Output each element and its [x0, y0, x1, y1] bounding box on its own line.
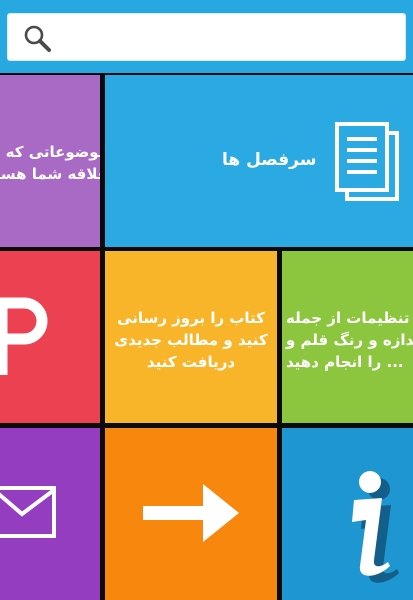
- contact-tile[interactable]: [0, 428, 100, 600]
- topics-label: موضوعاتی که علاقه شما هستند: [0, 141, 100, 185]
- chapters-tile[interactable]: سرفصل ها: [105, 75, 413, 247]
- next-tile[interactable]: [105, 428, 277, 600]
- info-tile[interactable]: [282, 428, 413, 600]
- chapters-label: سرفصل ها: [222, 150, 317, 170]
- settings-line3: ... را انجام دهید: [286, 353, 404, 371]
- update-label: کتاب را بروز رسانی کنید و مطالب جدیدی در…: [105, 307, 277, 373]
- document-icon: [335, 122, 399, 201]
- settings-tile[interactable]: تنظیمات از جمله اندازه و رنگ قلم و ... ر…: [282, 251, 413, 423]
- p-letter-icon: [0, 297, 48, 375]
- topics-tile[interactable]: موضوعاتی که علاقه شما هستند: [0, 75, 100, 247]
- search-icon[interactable]: [22, 23, 54, 55]
- top-bar: [0, 0, 413, 73]
- topics-line2: علاقه شما هستند: [0, 165, 100, 183]
- update-line1: کتاب را بروز رسانی: [117, 309, 265, 327]
- arrow-right-icon: [143, 484, 239, 542]
- search-input[interactable]: [58, 20, 402, 56]
- update-line3: دریافت کنید: [146, 353, 236, 371]
- topics-line1: موضوعاتی که: [5, 143, 100, 161]
- search-box[interactable]: [7, 13, 406, 61]
- info-icon: [352, 471, 399, 583]
- envelope-icon: [0, 486, 56, 538]
- update-tile[interactable]: کتاب را بروز رسانی کنید و مطالب جدیدی در…: [105, 251, 277, 423]
- settings-line2: اندازه و رنگ قلم و: [286, 331, 413, 349]
- settings-line1: تنظیمات از جمله: [286, 309, 410, 327]
- parking-tile[interactable]: [0, 251, 100, 423]
- update-line2: کنید و مطالب جدیدی: [114, 331, 268, 349]
- settings-label: تنظیمات از جمله اندازه و رنگ قلم و ... ر…: [286, 307, 413, 373]
